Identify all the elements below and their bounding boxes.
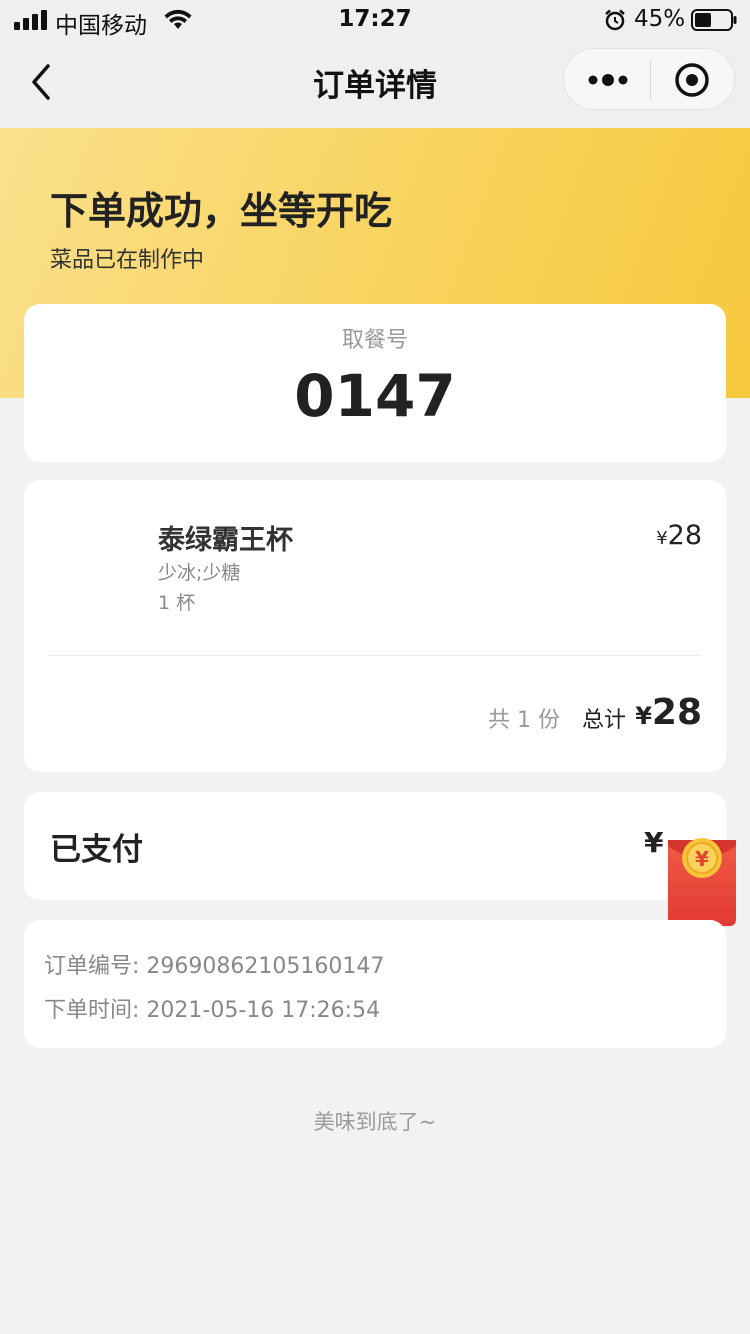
more-icon[interactable] (584, 65, 632, 95)
pickup-label: 取餐号 (341, 328, 408, 353)
order-number-row: 订单编号: 29690862105160147 (44, 948, 384, 980)
order-time-label: 下单时间: (44, 998, 140, 1023)
pickup-card: 取餐号 0147 (24, 304, 726, 462)
total-label: 总计 (582, 708, 627, 733)
item-price-value: 28 (667, 520, 702, 551)
battery-icon (691, 9, 737, 31)
status-bar: 中国移动 17:27 45% (0, 0, 750, 40)
order-info-card: 订单编号: 29690862105160147 下单时间: 2021-05-16… (24, 920, 726, 1048)
red-packet-icon[interactable]: ¥ (666, 836, 738, 928)
item-options: 少冰;少糖 (158, 562, 241, 584)
order-status-subtitle: 菜品已在制作中 (50, 248, 205, 273)
alarm-icon (605, 9, 625, 31)
order-items-card: 泰绿霸王杯 少冰;少糖 1 杯 ¥28 共 1 份 总计 ¥28 (24, 480, 726, 772)
svg-text:¥: ¥ (695, 847, 709, 871)
total-price-currency: ¥ (635, 702, 652, 730)
battery-percentage: 45% (634, 6, 686, 32)
total-price-value: 28 (651, 692, 702, 733)
item-name: 泰绿霸王杯 (158, 525, 293, 556)
order-status-title: 下单成功，坐等开吃 (50, 189, 393, 233)
nav-bar: 订单详情 (0, 40, 750, 128)
pickup-number: 0147 (294, 362, 456, 430)
bottom-tip: 美味到底了~ (313, 1110, 437, 1134)
item-price-currency: ¥ (656, 528, 668, 549)
order-number-label: 订单编号: (44, 954, 140, 979)
total-count: 共 1 份 (488, 708, 560, 733)
item-price: ¥28 (656, 520, 702, 551)
order-time-row: 下单时间: 2021-05-16 17:26:54 (44, 992, 380, 1024)
divider (48, 655, 702, 656)
item-quantity: 1 杯 (158, 592, 196, 614)
total-price: ¥28 (635, 692, 702, 733)
payment-card: 已支付 ¥ (24, 792, 726, 900)
mini-program-capsule (563, 48, 735, 110)
order-number-value: 29690862105160147 (146, 954, 385, 979)
order-time-value: 2021-05-16 17:26:54 (146, 998, 381, 1023)
capsule-divider (650, 61, 651, 99)
payment-amount: ¥ (644, 826, 664, 859)
payment-status: 已支付 (50, 832, 143, 868)
close-icon[interactable] (673, 61, 711, 99)
